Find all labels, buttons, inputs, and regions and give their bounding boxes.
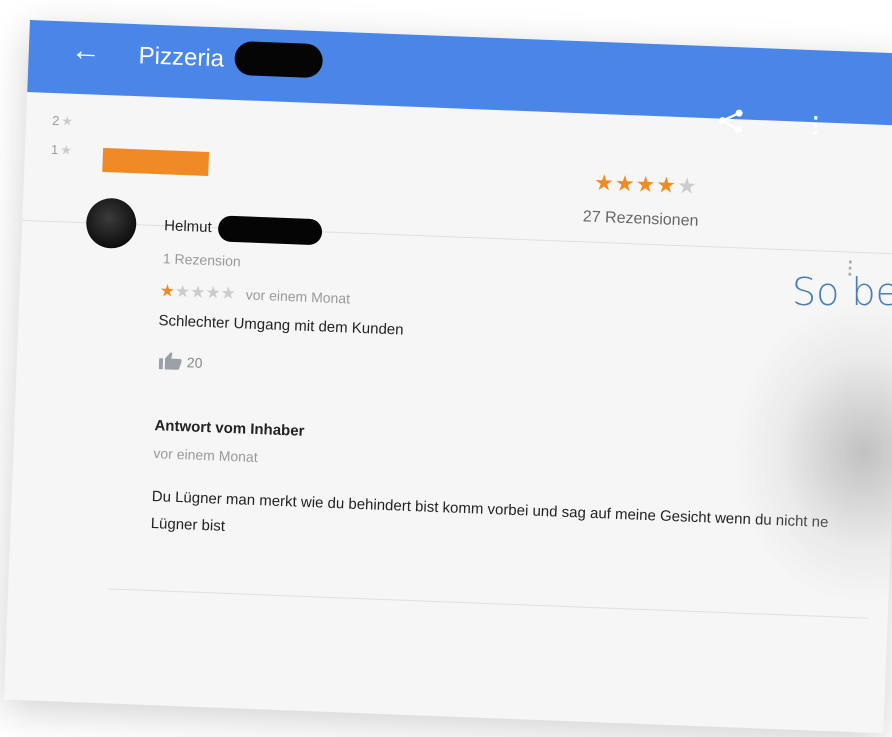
redaction-blob xyxy=(217,215,323,246)
histogram-label: 1 xyxy=(50,141,59,158)
thumbs-up-icon xyxy=(158,352,182,370)
review-text: Schlechter Umgang mit dem Kunden xyxy=(158,312,404,339)
like-button[interactable]: 20 xyxy=(158,351,203,371)
stars-filled: ★ xyxy=(159,281,176,301)
arrow-left-icon[interactable]: ← xyxy=(70,34,101,68)
author-review-count: 1 Rezension xyxy=(162,250,242,270)
review-count: 27 Rezensionen xyxy=(582,208,699,230)
star-icon: ★ xyxy=(61,113,74,129)
histogram-bar-1 xyxy=(102,147,210,176)
histogram-label: 2 xyxy=(51,112,60,129)
divider xyxy=(108,588,868,619)
author-name: Helmut xyxy=(163,217,213,237)
review-stars: ★★★★★ vor einem Monat xyxy=(159,281,350,308)
stars-empty: ★★★★ xyxy=(174,281,237,304)
finger-shadow xyxy=(728,297,892,608)
stars-empty: ★ xyxy=(676,172,699,199)
owner-reply-heading: Antwort vom Inhaber xyxy=(154,417,305,440)
overlay-caption: So be xyxy=(792,270,892,314)
page-title: Pizzeria xyxy=(138,40,324,78)
app-bar: ← Pizzeria xyxy=(27,20,892,126)
redaction-blob xyxy=(234,40,324,78)
share-icon[interactable] xyxy=(716,106,745,135)
more-vert-icon[interactable]: ⋮ xyxy=(804,112,827,138)
like-count: 20 xyxy=(186,354,203,371)
stars-filled: ★★★★ xyxy=(593,169,678,198)
avatar[interactable] xyxy=(85,197,138,250)
rating-stars: ★★★★★ xyxy=(594,170,699,200)
review-date: vor einem Monat xyxy=(245,286,351,307)
histogram-row-1: 1★ xyxy=(51,142,72,159)
phone-screen: ← Pizzeria ⋮ 2★ 1★ ★★★★★ 27 Rezensionen … xyxy=(3,20,892,734)
title-text: Pizzeria xyxy=(138,42,225,73)
histogram-row-2: 2★ xyxy=(52,113,73,130)
owner-reply-text: Du Lügner man merkt wie du behindert bis… xyxy=(150,488,829,535)
owner-reply-date: vor einem Monat xyxy=(153,445,258,466)
divider xyxy=(22,219,892,255)
review-author[interactable]: Helmut xyxy=(163,213,323,246)
star-icon: ★ xyxy=(59,142,73,158)
